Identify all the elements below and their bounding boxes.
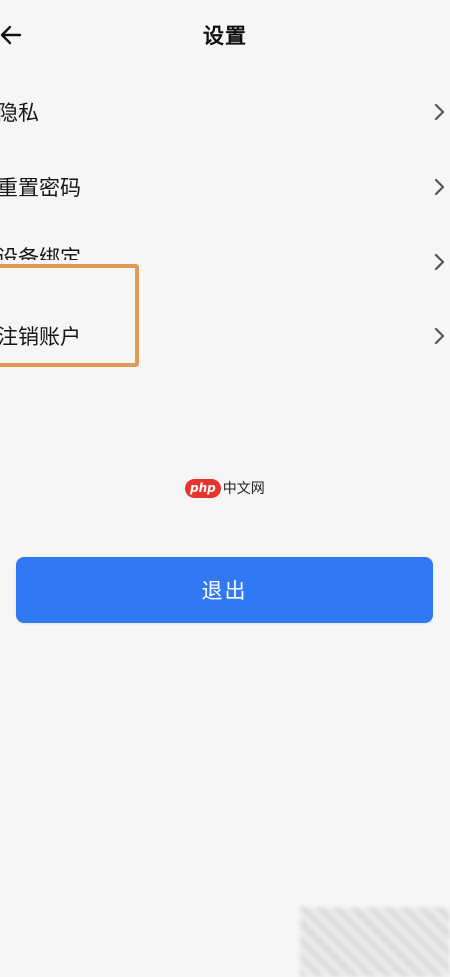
menu-item-label: 重置密码 [0,176,81,200]
menu-item-delete-account[interactable]: 注销账户 [0,306,450,366]
watermark: php 中文网 [185,478,265,498]
chevron-right-icon [434,103,445,121]
menu-item-device-binding[interactable]: 设备绑定 [0,232,450,292]
settings-page: 设置 隐私 重置密码 设备绑定 注销账户 php 中文网 退出 [0,0,450,977]
chevron-right-icon [434,253,445,271]
menu-item-reset-password[interactable]: 重置密码 [0,157,450,217]
watermark-text: 中文网 [222,481,265,497]
php-logo: php [185,478,221,498]
menu-item-label: 设备绑定 [0,246,81,270]
menu-item-label: 隐私 [0,101,39,125]
menu-item-label: 注销账户 [0,325,81,349]
chevron-right-icon [434,327,445,345]
logout-button[interactable]: 退出 [16,557,433,623]
chevron-right-icon [434,178,445,196]
menu-item-privacy[interactable]: 隐私 [0,82,450,142]
page-title: 设置 [203,24,247,48]
header: 设置 [0,0,450,70]
blurred-corner [300,907,450,977]
